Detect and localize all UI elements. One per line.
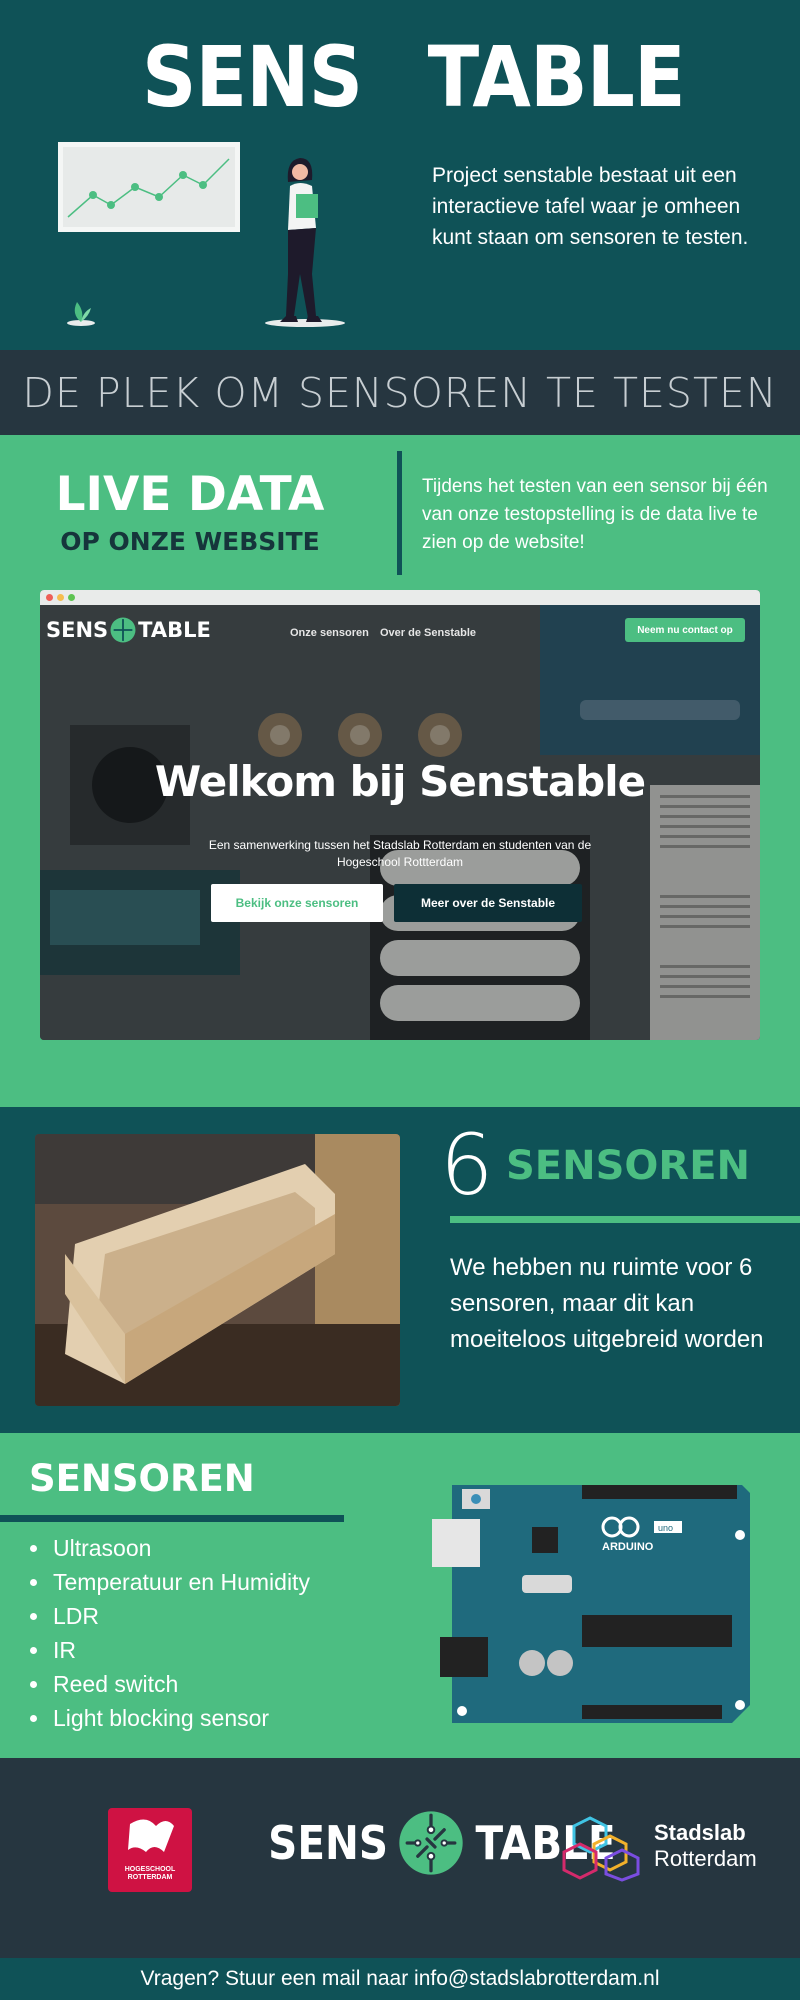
stadslab-line2: Rotterdam bbox=[654, 1846, 757, 1871]
live-data-subtitle: OP ONZE WEBSITE bbox=[60, 527, 320, 556]
sensor-name: IR bbox=[53, 1637, 76, 1663]
line-chart-illustration bbox=[58, 142, 240, 232]
website-logo-sens: SENS bbox=[46, 618, 109, 642]
plant-leaf-icon bbox=[67, 302, 95, 326]
list-item: Reed switch bbox=[30, 1667, 310, 1701]
bullet-icon bbox=[30, 1544, 37, 1552]
list-item: LDR bbox=[30, 1599, 310, 1633]
list-item: IR bbox=[30, 1633, 310, 1667]
electronics-background-image bbox=[40, 605, 760, 1040]
stadslab-rotterdam-logo: Stadslab Rotterdam bbox=[560, 1814, 780, 1894]
sensor-name: Reed switch bbox=[53, 1671, 179, 1697]
logo-word-table: TABLE bbox=[427, 28, 685, 126]
live-data-section: LIVE DATA OP ONZE WEBSITE Tijdens het te… bbox=[0, 435, 800, 1107]
footer-logo-sens: SENS bbox=[268, 1816, 389, 1870]
sensor-count-number: 6 bbox=[440, 1116, 494, 1214]
sensor-count-section: 6 SENSOREN We hebben nu ruimte voor 6 se… bbox=[0, 1107, 800, 1433]
hogeschool-emblem-icon bbox=[128, 1819, 174, 1852]
hogeschool-name: HOGESCHOOL ROTTERDAM bbox=[108, 1866, 192, 1882]
website-logo-table: TABLE bbox=[138, 618, 211, 642]
close-dot-icon bbox=[46, 594, 53, 601]
sensor-list-title: SENSOREN bbox=[29, 1457, 255, 1500]
infographic-page: SENS TABLE Project senstable bestaat uit… bbox=[0, 0, 800, 2000]
svg-text:ARDUINO: ARDUINO bbox=[602, 1541, 654, 1553]
hogeschool-line1: HOGESCHOOL bbox=[124, 1866, 176, 1873]
footer-circuit-logo-icon bbox=[399, 1811, 463, 1875]
sensor-name: LDR bbox=[53, 1603, 100, 1629]
live-data-title: LIVE DATA bbox=[55, 467, 325, 522]
nav-link-about[interactable]: Over de Senstable bbox=[380, 627, 476, 639]
list-underline bbox=[0, 1515, 344, 1522]
sensor-count-label: SENSOREN bbox=[506, 1143, 751, 1189]
stadslab-name: Stadslab Rotterdam bbox=[654, 1820, 757, 1872]
website-circuit-logo-icon bbox=[110, 617, 136, 643]
list-item: Light blocking sensor bbox=[30, 1701, 310, 1735]
stadslab-cubes-icon bbox=[562, 1816, 640, 1882]
intro-text: Project senstable bestaat uit een intera… bbox=[432, 164, 749, 249]
bullet-icon bbox=[30, 1578, 37, 1586]
maximize-dot-icon bbox=[68, 594, 75, 601]
view-sensors-button[interactable]: Bekijk onze sensoren bbox=[211, 884, 383, 922]
tagline-banner: DE PLEK OM SENSOREN TE TESTEN bbox=[0, 350, 800, 435]
website-logo[interactable]: SENS TABLE bbox=[46, 617, 211, 643]
sensor-name: Ultrasoon bbox=[53, 1535, 152, 1561]
hogeschool-line2: ROTTERDAM bbox=[127, 1874, 173, 1881]
bullet-icon bbox=[30, 1680, 37, 1688]
count-underline bbox=[450, 1216, 800, 1223]
chart-line-icon bbox=[67, 158, 230, 218]
footer-logos: HOGESCHOOL ROTTERDAM SENS TABLE Stadslab… bbox=[0, 1758, 800, 1958]
logo-word-sens: SENS bbox=[142, 28, 363, 126]
contact-bar: Vragen? Stuur een mail naar info@stadsla… bbox=[0, 1958, 800, 2000]
nav-link-sensors[interactable]: Onze sensoren bbox=[290, 627, 369, 639]
about-senstable-button[interactable]: Meer over de Senstable bbox=[394, 884, 582, 922]
vertical-divider bbox=[397, 451, 402, 575]
senstable-logo: SENS TABLE bbox=[142, 14, 685, 140]
sensor-name: Light blocking sensor bbox=[53, 1705, 270, 1731]
hogeschool-rotterdam-logo: HOGESCHOOL ROTTERDAM bbox=[108, 1808, 192, 1892]
browser-bar bbox=[40, 590, 760, 605]
hero-section: SENS TABLE Project senstable bestaat uit… bbox=[0, 0, 800, 350]
minimize-dot-icon bbox=[57, 594, 64, 601]
website-screenshot: SENS TABLE Onze sensoren Over de Senstab… bbox=[40, 590, 760, 1040]
stadslab-line1: Stadslab bbox=[654, 1820, 746, 1845]
sensor-name: Temperatuur en Humidity bbox=[53, 1569, 310, 1595]
bullet-icon bbox=[30, 1714, 37, 1722]
list-item: Temperatuur en Humidity bbox=[30, 1565, 310, 1599]
website-subtitle: Een samenwerking tussen het Stadslab Rot… bbox=[208, 838, 592, 869]
website-hero: SENS TABLE Onze sensoren Over de Senstab… bbox=[40, 605, 760, 1040]
list-item: Ultrasoon bbox=[30, 1531, 310, 1565]
contact-text[interactable]: Vragen? Stuur een mail naar info@stadsla… bbox=[141, 1967, 660, 1991]
live-data-description: Tijdens het testen van een sensor bij éé… bbox=[422, 476, 768, 553]
website-title: Welkom bij Senstable bbox=[154, 757, 646, 806]
contact-button[interactable]: Neem nu contact op bbox=[625, 618, 745, 642]
arduino-board-illustration: ARDUINO uno bbox=[432, 1485, 750, 1723]
bullet-icon bbox=[30, 1612, 37, 1620]
tagline-text: DE PLEK OM SENSOREN TE TESTEN bbox=[22, 368, 778, 417]
sensor-count-text: We hebben nu ruimte voor 6 sensoren, maa… bbox=[450, 1254, 764, 1353]
wooden-box-image bbox=[35, 1134, 400, 1406]
svg-text:uno: uno bbox=[658, 1523, 673, 1533]
sensor-list: Ultrasoon Temperatuur en Humidity LDR IR… bbox=[30, 1531, 310, 1735]
bullet-icon bbox=[30, 1646, 37, 1654]
person-illustration bbox=[265, 158, 345, 327]
sensor-list-section: SENSOREN Ultrasoon Temperatuur en Humidi… bbox=[0, 1433, 800, 1758]
senstable-box-photo bbox=[35, 1134, 400, 1406]
